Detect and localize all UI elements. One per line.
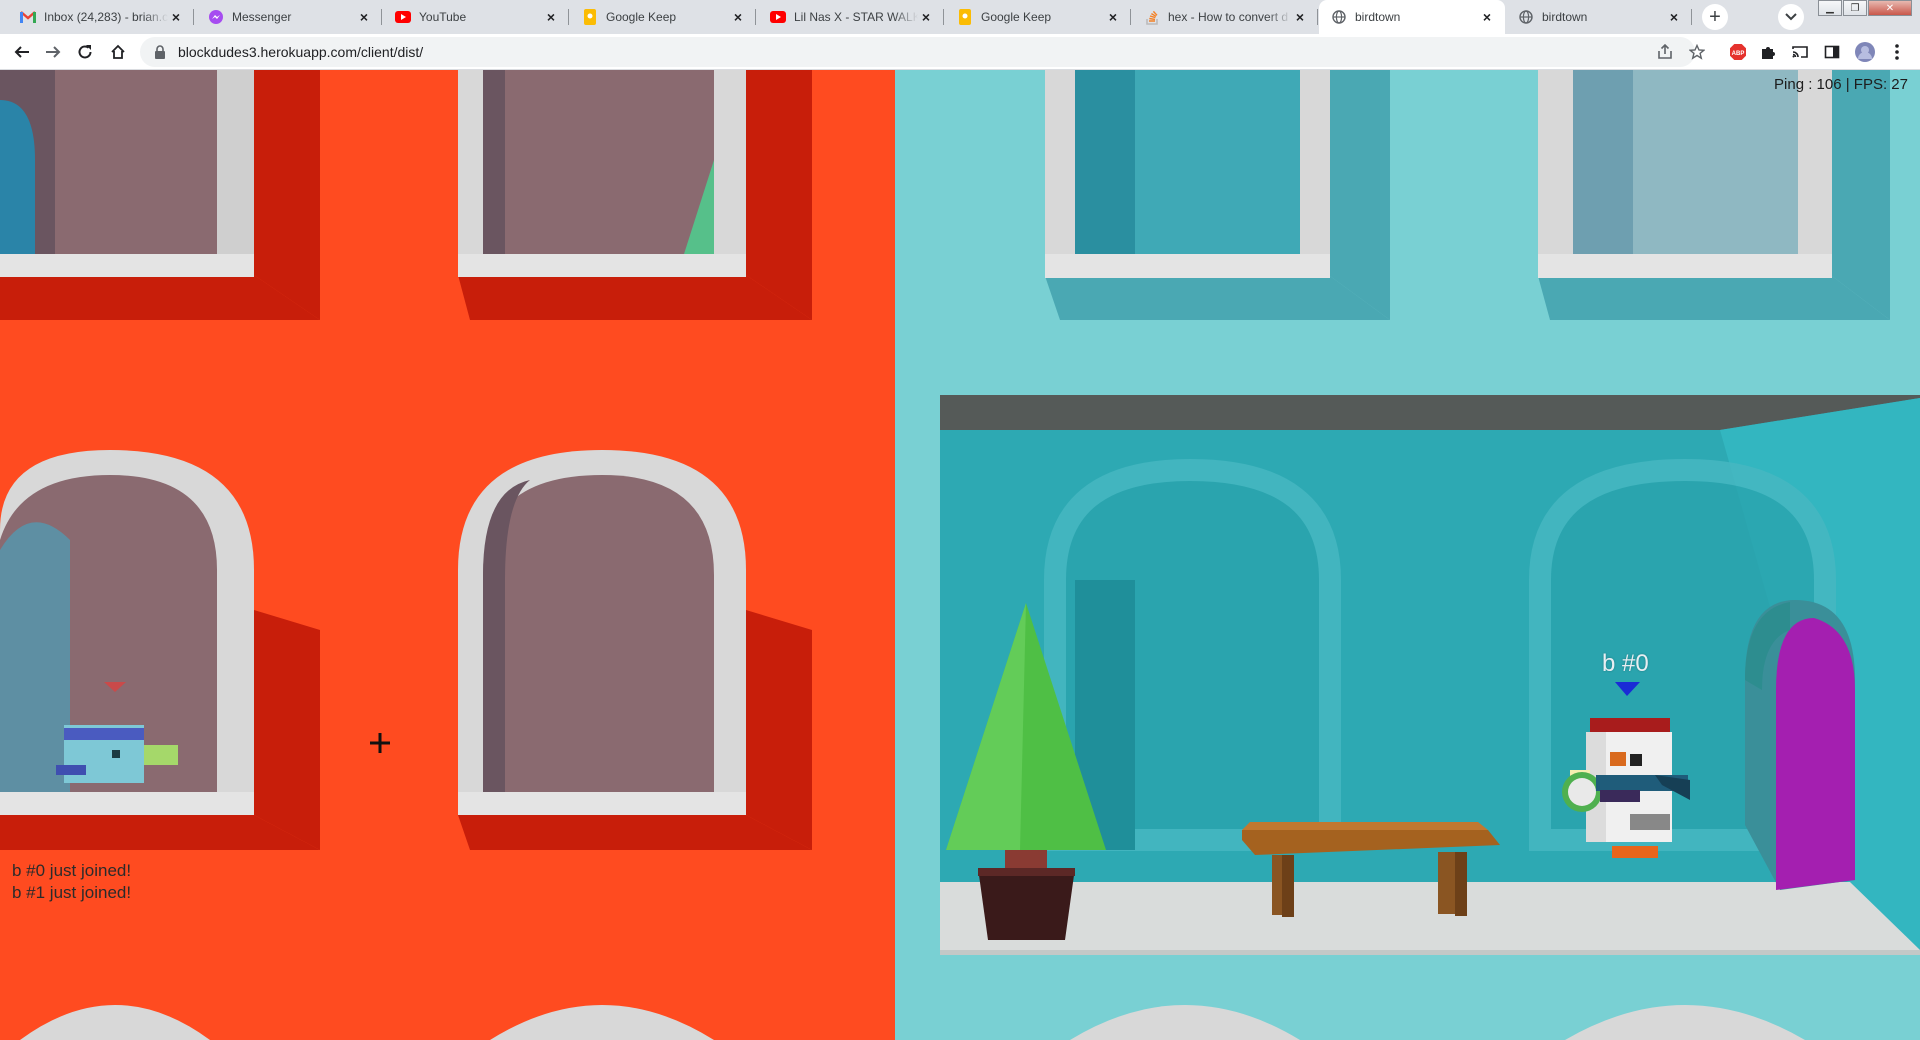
chat-message: b #1 just joined! bbox=[12, 883, 132, 902]
keep-icon bbox=[957, 9, 973, 25]
stackoverflow-icon bbox=[1144, 9, 1160, 25]
youtube-icon bbox=[395, 9, 411, 25]
chevron-down-icon bbox=[1785, 13, 1797, 21]
messenger-icon bbox=[208, 9, 224, 25]
address-bar[interactable]: blockdudes3.herokuapp.com/client/dist/ bbox=[140, 37, 1695, 67]
browser-menu-button[interactable] bbox=[1886, 41, 1908, 63]
maximize-button[interactable]: ❐ bbox=[1843, 0, 1867, 16]
orange-upper-window-right bbox=[458, 70, 812, 320]
tab-close-icon[interactable]: × bbox=[730, 9, 746, 25]
tab-title: hex - How to convert d bbox=[1168, 10, 1289, 24]
gmail-icon bbox=[20, 9, 36, 25]
game-scene bbox=[0, 70, 1920, 1040]
avatar bbox=[1855, 42, 1875, 62]
orange-upper-window-left bbox=[0, 70, 320, 320]
tab-youtube[interactable]: YouTube × bbox=[383, 0, 569, 34]
tab-title: birdtown bbox=[1542, 10, 1588, 24]
tab-close-icon[interactable]: × bbox=[168, 9, 184, 25]
ping-fps-readout: Ping : 106 | FPS: 27 bbox=[1774, 76, 1908, 93]
share-icon bbox=[1658, 44, 1672, 59]
maximize-icon: ❐ bbox=[1850, 2, 1860, 14]
puzzle-icon bbox=[1762, 47, 1775, 59]
chat-log: b #0 just joined! b #1 just joined! bbox=[12, 860, 131, 904]
tab-title: birdtown bbox=[1355, 10, 1401, 24]
tab-title: Google Keep bbox=[981, 10, 1052, 24]
tab-strip: Inbox (24,283) - brian.c × Messenger × Y… bbox=[0, 0, 1920, 34]
chat-message: b #0 just joined! bbox=[12, 861, 132, 880]
tab-birdtown[interactable]: birdtown × bbox=[1506, 0, 1692, 34]
arrow-left-icon bbox=[14, 46, 29, 58]
new-tab-button[interactable]: + bbox=[1702, 4, 1728, 30]
youtube-icon bbox=[770, 9, 786, 25]
cast-button[interactable] bbox=[1789, 41, 1811, 63]
bookmark-button[interactable] bbox=[1683, 38, 1711, 66]
tab-title: Lil Nas X - STAR WALKI bbox=[794, 10, 918, 24]
tab-title: YouTube bbox=[419, 10, 467, 24]
teal-open-room bbox=[940, 395, 1920, 955]
profile-button[interactable] bbox=[1854, 41, 1876, 63]
tab-search-button[interactable] bbox=[1778, 4, 1804, 30]
globe-icon bbox=[1518, 9, 1534, 25]
teal-upper-window-left bbox=[1045, 70, 1390, 320]
side-panel-button[interactable] bbox=[1821, 41, 1843, 63]
home-button[interactable] bbox=[104, 38, 132, 66]
tab-birdtown-active[interactable]: birdtown × bbox=[1319, 0, 1505, 34]
svg-text:ABP: ABP bbox=[1732, 51, 1745, 57]
globe-icon bbox=[1331, 9, 1347, 25]
plus-icon: + bbox=[1709, 6, 1721, 28]
player-nametag: b #0 bbox=[1602, 650, 1649, 677]
adblock-icon: ABP bbox=[1730, 44, 1746, 60]
tab-title: Messenger bbox=[232, 10, 292, 24]
reload-button[interactable] bbox=[71, 38, 99, 66]
reload-icon bbox=[78, 45, 92, 59]
tab-title: Inbox (24,283) - brian.c bbox=[44, 10, 168, 24]
tab-close-icon[interactable]: × bbox=[356, 9, 372, 25]
close-icon: ✕ bbox=[1885, 2, 1895, 14]
share-button[interactable] bbox=[1651, 38, 1679, 66]
side-panel-icon bbox=[1824, 45, 1840, 59]
url-text: blockdudes3.herokuapp.com/client/dist/ bbox=[178, 44, 424, 60]
forward-button[interactable] bbox=[39, 38, 67, 66]
tab-close-icon[interactable]: × bbox=[918, 9, 934, 25]
tab-messenger[interactable]: Messenger × bbox=[196, 0, 382, 34]
tab-close-icon[interactable]: × bbox=[1666, 9, 1682, 25]
game-canvas[interactable]: Ping : 106 | FPS: 27 b #0 b #0 just join… bbox=[0, 70, 1920, 1040]
back-button[interactable] bbox=[8, 38, 36, 66]
kebab-menu-icon bbox=[1895, 44, 1899, 60]
minimize-button[interactable]: ▁ bbox=[1818, 0, 1842, 16]
minimize-icon: ▁ bbox=[1826, 2, 1834, 14]
tab-keep[interactable]: Google Keep × bbox=[570, 0, 756, 34]
window-close-button[interactable]: ✕ bbox=[1868, 0, 1912, 16]
extensions-button[interactable] bbox=[1757, 41, 1779, 63]
tab-close-icon[interactable]: × bbox=[543, 9, 559, 25]
tab-gmail[interactable]: Inbox (24,283) - brian.c × bbox=[8, 0, 194, 34]
lock-icon bbox=[154, 45, 166, 59]
crosshair-icon bbox=[370, 733, 390, 753]
home-icon bbox=[111, 44, 125, 59]
tab-close-icon[interactable]: × bbox=[1105, 9, 1121, 25]
adblock-extension[interactable]: ABP bbox=[1727, 41, 1749, 63]
keep-icon bbox=[582, 9, 598, 25]
tab-title: Google Keep bbox=[606, 10, 677, 24]
tab-close-icon[interactable]: × bbox=[1292, 9, 1308, 25]
browser-toolbar: blockdudes3.herokuapp.com/client/dist/ A… bbox=[0, 34, 1920, 70]
tab-close-icon[interactable]: × bbox=[1479, 9, 1495, 25]
cast-icon bbox=[1792, 46, 1808, 58]
arrow-right-icon bbox=[46, 46, 61, 58]
tab-keep-2[interactable]: Google Keep × bbox=[945, 0, 1131, 34]
tab-youtube-video[interactable]: Lil Nas X - STAR WALKI × bbox=[758, 0, 944, 34]
star-icon bbox=[1689, 44, 1705, 60]
teal-upper-window-right bbox=[1538, 70, 1890, 320]
tab-stackoverflow[interactable]: hex - How to convert d × bbox=[1132, 0, 1318, 34]
